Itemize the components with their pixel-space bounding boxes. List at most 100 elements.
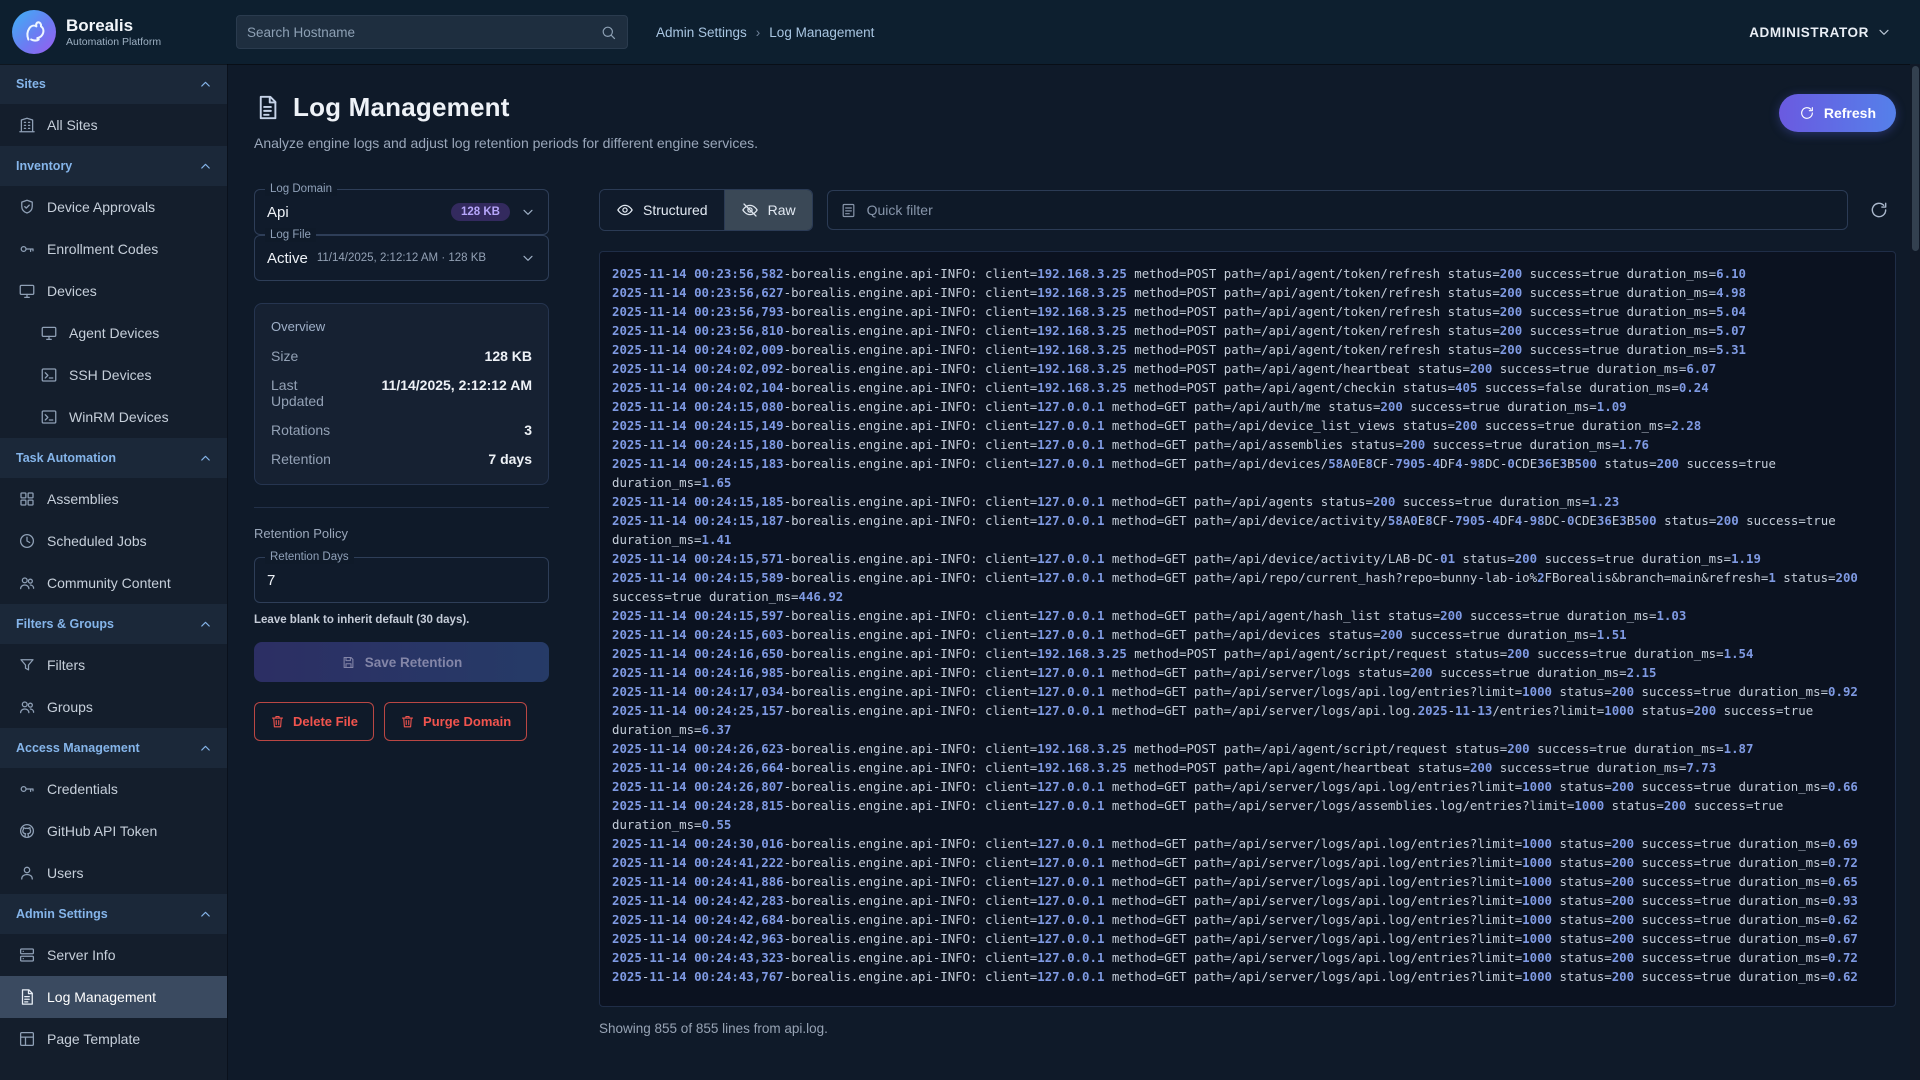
sidebar-item-enrollment-codes[interactable]: Enrollment Codes bbox=[0, 228, 227, 270]
retention-days-label: Retention Days bbox=[265, 550, 354, 564]
refresh-icon bbox=[1869, 200, 1889, 220]
sidebar-item-device-approvals[interactable]: Device Approvals bbox=[0, 186, 227, 228]
community-content-icon bbox=[18, 574, 36, 592]
log-line: 2025-11-14 00:24:25,157-borealis.engine.… bbox=[612, 701, 1885, 739]
all-sites-icon bbox=[18, 116, 36, 134]
chevron-down-icon bbox=[1876, 24, 1892, 40]
log-line: 2025-11-14 00:24:26,623-borealis.engine.… bbox=[612, 739, 1885, 758]
search-input[interactable] bbox=[247, 25, 600, 40]
eye-off-icon bbox=[741, 201, 759, 219]
log-line: 2025-11-14 00:24:15,603-borealis.engine.… bbox=[612, 625, 1885, 644]
page-header: Log Management Analyze engine logs and a… bbox=[254, 92, 1896, 151]
quick-filter-input[interactable] bbox=[867, 202, 1835, 218]
sidebar-item-log-management[interactable]: Log Management bbox=[0, 976, 227, 1018]
sidebar-item-winrm-devices[interactable]: WinRM Devices bbox=[0, 396, 227, 438]
device-approvals-icon bbox=[18, 198, 36, 216]
danger-actions: Delete File Purge Domain bbox=[254, 702, 549, 741]
sidebar-section-inventory[interactable]: Inventory bbox=[0, 146, 227, 186]
trash-icon bbox=[270, 714, 285, 729]
sidebar-item-community-content[interactable]: Community Content bbox=[0, 562, 227, 604]
log-line: 2025-11-14 00:24:26,807-borealis.engine.… bbox=[612, 777, 1885, 796]
delete-file-button[interactable]: Delete File bbox=[254, 702, 374, 741]
log-line: 2025-11-14 00:23:56,810-borealis.engine.… bbox=[612, 321, 1885, 340]
log-line: 2025-11-14 00:24:15,571-borealis.engine.… bbox=[612, 549, 1885, 568]
sidebar-item-ssh-devices[interactable]: SSH Devices bbox=[0, 354, 227, 396]
sidebar-section-sites[interactable]: Sites bbox=[0, 64, 227, 104]
log-domain-value: Api bbox=[267, 204, 289, 221]
structured-view-toggle[interactable]: Structured bbox=[600, 190, 724, 230]
viewer-refresh-button[interactable] bbox=[1862, 193, 1896, 227]
page-scrollbar[interactable] bbox=[1910, 64, 1920, 1080]
sidebar-item-server-info[interactable]: Server Info bbox=[0, 934, 227, 976]
github-icon bbox=[18, 822, 36, 840]
chevron-up-icon bbox=[198, 451, 213, 466]
brand-title: Borealis bbox=[66, 16, 161, 36]
refresh-button[interactable]: Refresh bbox=[1779, 94, 1896, 132]
log-line: 2025-11-14 00:24:43,323-borealis.engine.… bbox=[612, 948, 1885, 967]
overview-title: Overview bbox=[271, 319, 532, 334]
raw-view-toggle[interactable]: Raw bbox=[724, 190, 812, 230]
log-domain-size-badge: 128 KB bbox=[451, 203, 510, 221]
hostname-search bbox=[236, 15, 628, 49]
log-file-value: Active bbox=[267, 250, 308, 267]
breadcrumb-current[interactable]: Log Management bbox=[769, 25, 874, 40]
credentials-icon bbox=[18, 780, 36, 798]
log-line: 2025-11-14 00:24:42,684-borealis.engine.… bbox=[612, 910, 1885, 929]
user-menu[interactable]: ADMINISTRATOR bbox=[1749, 24, 1892, 40]
log-file-select[interactable]: Log File Active 11/14/2025, 2:12:12 AM ·… bbox=[254, 235, 549, 281]
overview-card: Overview Size128 KB Last Updated11/14/202… bbox=[254, 303, 549, 485]
search-icon bbox=[600, 24, 617, 41]
log-line: 2025-11-14 00:24:15,080-borealis.engine.… bbox=[612, 397, 1885, 416]
sidebar-item-agent-devices[interactable]: Agent Devices bbox=[0, 312, 227, 354]
log-management-icon bbox=[18, 988, 36, 1006]
sidebar-section-task-automation[interactable]: Task Automation bbox=[0, 438, 227, 478]
filters-icon bbox=[18, 656, 36, 674]
devices-icon bbox=[18, 282, 36, 300]
breadcrumb-parent[interactable]: Admin Settings bbox=[656, 25, 747, 40]
log-line: 2025-11-14 00:24:28,815-borealis.engine.… bbox=[612, 796, 1885, 834]
retention-days-input[interactable] bbox=[267, 572, 536, 589]
purge-domain-button[interactable]: Purge Domain bbox=[384, 702, 527, 741]
refresh-icon bbox=[1799, 105, 1815, 121]
log-line: 2025-11-14 00:24:43,767-borealis.engine.… bbox=[612, 967, 1885, 986]
top-bar: Borealis Automation Platform Admin Setti… bbox=[0, 0, 1920, 64]
overview-row-size: Size128 KB bbox=[271, 348, 532, 364]
save-retention-button[interactable]: Save Retention bbox=[254, 642, 549, 682]
log-domain-label: Log Domain bbox=[265, 182, 337, 196]
chevron-up-icon bbox=[198, 159, 213, 174]
page-subtitle: Analyze engine logs and adjust log reten… bbox=[254, 135, 1896, 151]
log-file-label: Log File bbox=[265, 228, 316, 242]
sidebar-item-page-template[interactable]: Page Template bbox=[0, 1018, 227, 1060]
log-line: 2025-11-14 00:24:16,650-borealis.engine.… bbox=[612, 644, 1885, 663]
brand: Borealis Automation Platform bbox=[12, 10, 228, 54]
log-line: 2025-11-14 00:24:15,187-borealis.engine.… bbox=[612, 511, 1885, 549]
log-line: 2025-11-14 00:24:17,034-borealis.engine.… bbox=[612, 682, 1885, 701]
winrm-devices-icon bbox=[40, 408, 58, 426]
sidebar-item-filters[interactable]: Filters bbox=[0, 644, 227, 686]
agent-devices-icon bbox=[40, 324, 58, 342]
log-viewer-panel: Structured Raw 2025- bbox=[599, 189, 1896, 1036]
sidebar-item-all-sites[interactable]: All Sites bbox=[0, 104, 227, 146]
log-viewer[interactable]: 2025-11-14 00:23:56,582-borealis.engine.… bbox=[599, 251, 1896, 1007]
log-line: 2025-11-14 00:24:15,185-borealis.engine.… bbox=[612, 492, 1885, 511]
log-line: 2025-11-14 00:24:42,963-borealis.engine.… bbox=[612, 929, 1885, 948]
borealis-logo[interactable] bbox=[12, 10, 56, 54]
log-line: 2025-11-14 00:24:15,597-borealis.engine.… bbox=[612, 606, 1885, 625]
sidebar-section-admin-settings[interactable]: Admin Settings bbox=[0, 894, 227, 934]
sidebar-item-github-api-token[interactable]: GitHub API Token bbox=[0, 810, 227, 852]
quick-filter bbox=[827, 190, 1848, 230]
sidebar-section-access-management[interactable]: Access Management bbox=[0, 728, 227, 768]
scrollbar-thumb[interactable] bbox=[1912, 66, 1919, 251]
sidebar-item-groups[interactable]: Groups bbox=[0, 686, 227, 728]
retention-policy-section: Retention Policy Retention Days Leave bl… bbox=[254, 507, 549, 682]
sidebar-item-devices[interactable]: Devices bbox=[0, 270, 227, 312]
sidebar-item-assemblies[interactable]: Assemblies bbox=[0, 478, 227, 520]
overview-row-rotations: Rotations3 bbox=[271, 422, 532, 438]
sidebar-section-filters-groups[interactable]: Filters & Groups bbox=[0, 604, 227, 644]
page-template-icon bbox=[18, 1030, 36, 1048]
breadcrumb: Admin Settings › Log Management bbox=[656, 25, 874, 40]
sidebar-item-scheduled-jobs[interactable]: Scheduled Jobs bbox=[0, 520, 227, 562]
overview-row-last-updated: Last Updated11/14/2025, 2:12:12 AM bbox=[271, 377, 532, 409]
sidebar-item-credentials[interactable]: Credentials bbox=[0, 768, 227, 810]
sidebar-item-users[interactable]: Users bbox=[0, 852, 227, 894]
